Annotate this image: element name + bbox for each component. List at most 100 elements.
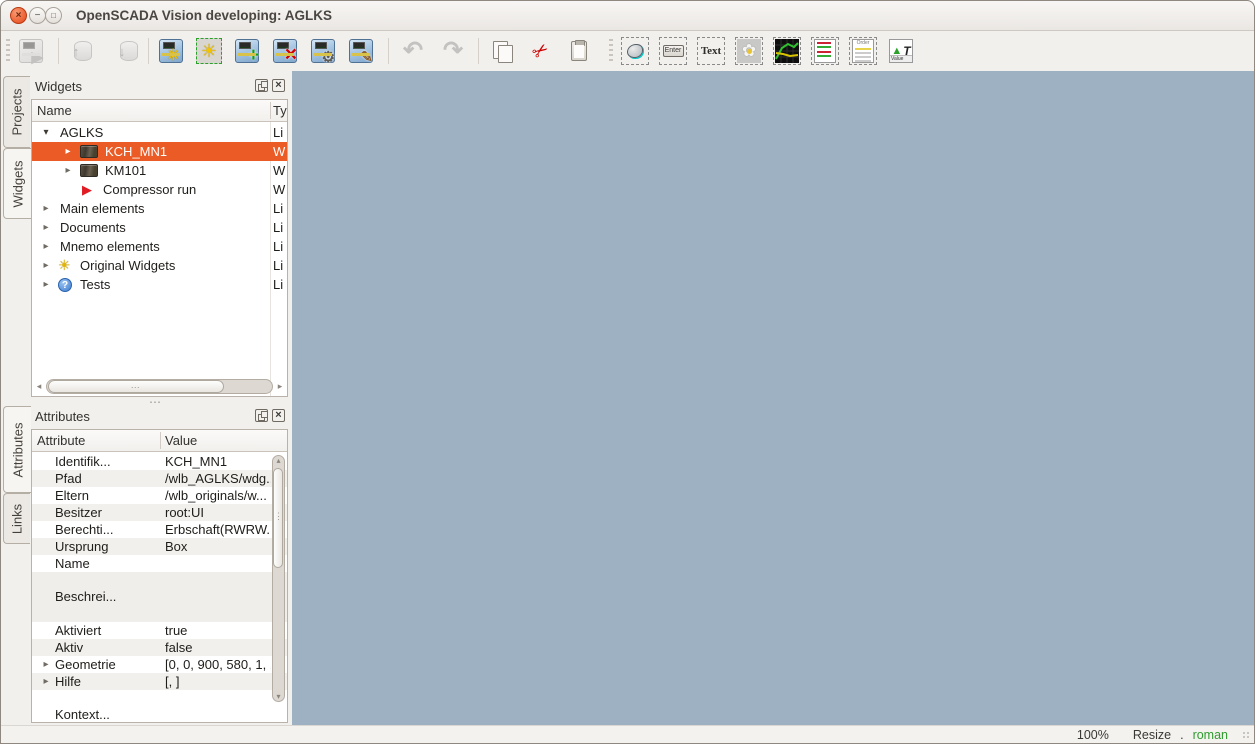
attr-row-ursprung[interactable]: Ursprung Box <box>32 538 287 555</box>
toolbar-separator <box>58 38 59 64</box>
toolbar-separator <box>478 38 479 64</box>
widgets-tree-header[interactable]: Name Ty <box>32 100 287 122</box>
toolbar-drag-handle[interactable] <box>609 39 613 63</box>
elementary-figure-icon <box>621 37 649 65</box>
expander-icon[interactable]: ▸ <box>40 275 52 294</box>
new-widget-library-button[interactable]: ☀ <box>155 35 187 67</box>
expander-icon[interactable]: ▸ <box>62 142 74 161</box>
scroll-up-icon[interactable]: ▴ <box>272 456 285 465</box>
save-to-db-button[interactable]: ↓ <box>113 35 145 67</box>
diagram-element-button[interactable] <box>771 35 803 67</box>
dock-splitter-handle[interactable]: ⋯ <box>149 395 162 409</box>
close-window-icon[interactable]: × <box>10 7 27 24</box>
tree-item-aglks[interactable]: ▾ AGLKS Li <box>32 123 287 142</box>
item-properties-button[interactable]: ⚙ <box>307 35 339 67</box>
add-visual-item-button[interactable]: + <box>231 35 263 67</box>
expander-icon[interactable]: ▸ <box>40 199 52 218</box>
undo-button[interactable]: ↶ <box>397 35 429 67</box>
tree-item-mnemo-elements[interactable]: ▸ Mnemo elements Li <box>32 237 287 256</box>
column-header-name[interactable]: Name <box>37 100 257 122</box>
text-element-button[interactable]: Text <box>695 35 727 67</box>
attr-row-hilfe[interactable]: ▸ Hilfe [, ] <box>32 673 287 690</box>
column-header-attribute[interactable]: Attribute <box>37 430 155 452</box>
attributes-table-header[interactable]: Attribute Value <box>32 430 287 452</box>
attr-row-name[interactable]: Name <box>32 555 287 572</box>
tab-widgets[interactable]: Widgets <box>3 148 31 219</box>
tab-projects[interactable]: Projects <box>3 76 30 148</box>
expander-icon[interactable]: ▸ <box>40 256 52 275</box>
function-element-button[interactable]: ▲T Value <box>885 35 917 67</box>
widget-library-button[interactable]: ☀ <box>193 35 225 67</box>
maximize-window-icon[interactable]: □ <box>45 7 62 24</box>
column-header-value[interactable]: Value <box>165 430 265 452</box>
attr-row-beschreibung[interactable]: Beschrei... <box>32 572 287 622</box>
toolbar-separator <box>148 38 149 64</box>
attr-row-besitzer[interactable]: Besitzer root:UI <box>32 504 287 521</box>
undo-icon: ↶ <box>403 39 423 63</box>
attributes-panel-close-icon[interactable]: × <box>272 409 285 422</box>
widgets-panel-float-icon[interactable] <box>255 79 268 92</box>
redo-button[interactable]: ↷ <box>437 35 469 67</box>
titlebar[interactable]: × − □ OpenSCADA Vision developing: AGLKS <box>1 1 1254 31</box>
attr-row-berechtigung[interactable]: Berechti... Erbschaft(RWRW... <box>32 521 287 538</box>
column-header-type[interactable]: Ty <box>273 100 287 122</box>
expander-icon[interactable]: ▸ <box>62 161 74 180</box>
edit-item-button[interactable]: ✎ <box>345 35 377 67</box>
tree-item-original-widgets[interactable]: ▸ ☀ Original Widgets Li <box>32 256 287 275</box>
scroll-right-icon[interactable]: ▸ <box>275 380 285 393</box>
scroll-left-icon[interactable]: ◂ <box>34 380 44 393</box>
scrollbar-thumb[interactable]: ⋮ <box>273 468 283 568</box>
widgets-panel-title: Widgets <box>35 79 82 94</box>
text-element-icon: Text <box>697 37 725 65</box>
copy-button[interactable] <box>487 35 519 67</box>
attr-row-identifier[interactable]: Identifik... KCH_MN1 <box>32 453 287 470</box>
attr-row-eltern[interactable]: Eltern /wlb_originals/w... <box>32 487 287 504</box>
tree-item-documents[interactable]: ▸ Documents Li <box>32 218 287 237</box>
tree-item-main-elements[interactable]: ▸ Main elements Li <box>32 199 287 218</box>
widgets-panel-close-icon[interactable]: × <box>272 79 285 92</box>
paste-button[interactable] <box>563 35 595 67</box>
function-element-icon: ▲T Value <box>889 39 913 63</box>
tree-item-kch-mn1[interactable]: ▸ KCH_MN1 W <box>32 142 287 161</box>
expander-icon[interactable]: ▸ <box>40 218 52 237</box>
attributes-vertical-scrollbar[interactable]: ▴ ⋮ ▾ <box>272 455 285 702</box>
run-widget-button[interactable]: ▶ <box>15 35 47 67</box>
attr-row-aktiv[interactable]: Aktiv false <box>32 639 287 656</box>
attributes-panel-float-icon[interactable] <box>255 409 268 422</box>
add-item-icon: + <box>235 39 259 63</box>
workspace-canvas[interactable] <box>292 71 1254 725</box>
zoom-level: 100% <box>1077 728 1109 742</box>
document-element-button[interactable]: Order <box>847 35 879 67</box>
protocol-element-button[interactable] <box>809 35 841 67</box>
widgets-horizontal-scrollbar[interactable]: ◂ ⋯ ▸ <box>34 379 285 394</box>
tree-item-km101[interactable]: ▸ KM101 W <box>32 161 287 180</box>
expander-icon[interactable]: ▸ <box>40 673 52 690</box>
attr-row-geometrie[interactable]: ▸ Geometrie [0, 0, 900, 580, 1, ... <box>32 656 287 673</box>
load-from-db-button[interactable]: ↑ <box>67 35 99 67</box>
tab-attributes[interactable]: Attributes <box>3 406 31 493</box>
question-icon: ? <box>58 278 72 292</box>
attr-row-pfad[interactable]: Pfad /wlb_AGLKS/wdg... <box>32 470 287 487</box>
expander-icon[interactable]: ▸ <box>40 656 52 673</box>
minimize-window-icon[interactable]: − <box>29 7 46 24</box>
resize-grip[interactable] <box>1243 732 1251 740</box>
scroll-down-icon[interactable]: ▾ <box>272 692 285 701</box>
main-toolbar: ▶ ↑ ↓ ☀ ☀ + × ⚙ ✎ ↶ <box>1 31 1254 71</box>
elementary-figure-button[interactable] <box>619 35 651 67</box>
tree-item-tests[interactable]: ▸ ? Tests Li <box>32 275 287 294</box>
delete-item-icon: × <box>273 39 297 63</box>
toolbar-drag-handle[interactable] <box>6 39 10 63</box>
app-window: × − □ OpenSCADA Vision developing: AGLKS… <box>0 0 1255 744</box>
attr-row-aktiviert[interactable]: Aktiviert true <box>32 622 287 639</box>
expander-icon[interactable]: ▸ <box>40 237 52 256</box>
attr-row-kontext[interactable]: Kontext... <box>32 706 287 723</box>
media-element-button[interactable]: ✿ <box>733 35 765 67</box>
form-element-button[interactable]: Enter <box>657 35 689 67</box>
cut-button[interactable]: ✂ <box>525 35 557 67</box>
expander-icon[interactable]: ▾ <box>40 123 52 142</box>
tree-item-compressor-run[interactable]: ▶ Compressor run W <box>32 180 287 199</box>
tab-links[interactable]: Links <box>3 493 30 544</box>
scrollbar-thumb[interactable]: ⋯ <box>48 380 224 393</box>
delete-visual-item-button[interactable]: × <box>269 35 301 67</box>
run-widget-icon: ▶ <box>19 39 43 63</box>
